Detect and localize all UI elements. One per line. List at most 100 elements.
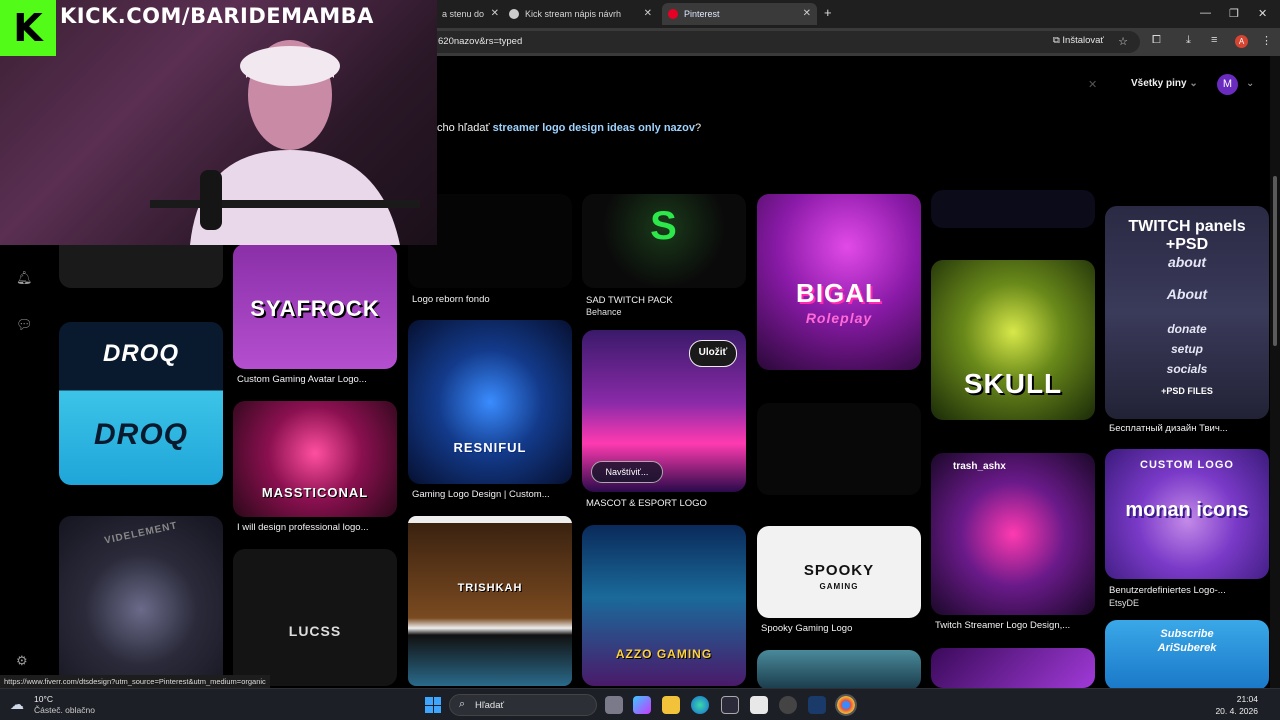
tab-kick-stream[interactable]: Kick stream nápis návrh ✕ <box>503 3 658 25</box>
close-tab-icon[interactable]: ✕ <box>491 3 499 25</box>
pin-caption[interactable]: SAD TWITCH PACK <box>586 295 673 306</box>
pin-card[interactable]: TRISHKAH <box>408 516 572 686</box>
pin-caption[interactable]: MASCOT & ESPORT LOGO <box>586 498 707 509</box>
tab-pinterest[interactable]: Pinterest ✕ <box>662 3 817 25</box>
pin-card[interactable]: AZZO GAMING <box>582 525 746 686</box>
pin-card[interactable] <box>757 650 921 688</box>
pin-art-text: donate <box>1167 322 1207 336</box>
download-icon[interactable]: ⤓ <box>1186 34 1191 47</box>
menu-icon[interactable]: ⋮ <box>1261 34 1272 47</box>
suggest-suffix: ? <box>695 122 702 134</box>
pin-card[interactable]: DROQ DROQ <box>59 322 223 485</box>
minimize-icon[interactable]: — <box>1200 7 1211 19</box>
pin-card[interactable] <box>931 190 1095 228</box>
windows-start-icon[interactable] <box>425 697 441 713</box>
clock-time[interactable]: 21:04 <box>1237 694 1258 704</box>
url-text[interactable]: 620nazov&rs=typed <box>438 36 522 47</box>
pin-art-text: about <box>1167 254 1207 270</box>
suggest-prefix: cho hľadať <box>437 122 490 134</box>
pin-source[interactable]: EtsyDE <box>1109 598 1139 608</box>
search-icon: ⌕ <box>459 698 466 710</box>
bell-icon[interactable]: 🔔︎ <box>16 270 33 286</box>
page-scrollbar[interactable] <box>1270 56 1280 688</box>
pin-card[interactable]: RESNIFUL <box>408 320 572 484</box>
tab-label: Kick stream nápis návrh <box>525 9 622 19</box>
star-icon[interactable]: ☆ <box>1118 35 1128 48</box>
task-view-icon[interactable] <box>605 696 623 714</box>
pin-card[interactable]: Subscribe AriSuberek <box>1105 620 1269 688</box>
kick-logo: K <box>0 0 56 56</box>
pin-caption[interactable]: Custom Gaming Avatar Logo... <box>237 374 367 385</box>
close-tab-icon[interactable]: ✕ <box>644 3 652 25</box>
steam-icon[interactable] <box>808 696 826 714</box>
pin-caption[interactable]: Benutzerdefiniertes Logo-... <box>1109 585 1226 596</box>
extensions-icon[interactable]: ⧠ <box>1152 34 1161 47</box>
pin-art-text: AZZO GAMING <box>615 647 713 661</box>
pin-art-text: MASSTICONAL <box>261 485 369 500</box>
pin-art-text: VIDELEMENT <box>103 520 179 547</box>
install-button[interactable]: ⧉ Inštalovať <box>1053 35 1104 46</box>
all-pins-filter[interactable]: Všetky piny ⌄ <box>1131 78 1198 89</box>
app-icon[interactable] <box>779 696 797 714</box>
profile-avatar[interactable]: A <box>1235 35 1248 48</box>
pin-caption[interactable]: Spooky Gaming Logo <box>761 623 852 634</box>
pin-card[interactable]: S <box>582 194 746 288</box>
weather-icon[interactable]: ☁ <box>10 696 24 713</box>
pin-card[interactable]: LUCSS <box>233 549 397 686</box>
visit-button[interactable]: Navštíviť... <box>591 461 663 483</box>
chevron-down-icon[interactable]: ⌄ <box>1246 78 1254 89</box>
save-pin-button[interactable]: Uložiť <box>689 340 737 367</box>
pin-card[interactable]: CUSTOM LOGO monan icons <box>1105 449 1269 579</box>
pin-card[interactable]: SYAFROCK <box>233 244 397 369</box>
pin-caption[interactable]: Logo reborn fondo <box>412 294 490 305</box>
gear-icon[interactable]: ⚙ <box>16 653 32 669</box>
clock-date[interactable]: 20. 4. 2026 <box>1215 706 1258 716</box>
pin-caption[interactable]: Gaming Logo Design | Custom... <box>412 489 550 500</box>
pin-source[interactable]: Behance <box>586 307 622 317</box>
maximize-icon[interactable]: ❐ <box>1229 7 1239 20</box>
close-icon[interactable]: ✕ <box>1088 78 1097 91</box>
copilot-icon[interactable] <box>633 696 651 714</box>
edge-icon[interactable] <box>691 696 709 714</box>
chrome-icon[interactable] <box>835 694 857 716</box>
pin-art-text: TRISHKAH <box>457 582 523 594</box>
pin-card[interactable]: MASSTICONAL <box>233 401 397 517</box>
pin-card[interactable] <box>931 648 1095 688</box>
status-url: https://www.fiverr.com/dtsdesign?utm_sou… <box>0 675 270 688</box>
pin-caption[interactable]: I will design professional logo... <box>237 522 369 533</box>
pin-card[interactable]: BIGAL Roleplay <box>757 194 921 370</box>
globe-icon <box>509 9 519 19</box>
user-avatar[interactable]: M <box>1217 74 1238 95</box>
weather-desc[interactable]: Částeč. oblačno <box>34 705 95 715</box>
pin-card[interactable]: TWITCH panels +PSD about About donate se… <box>1105 206 1269 419</box>
pin-card[interactable]: VIDELEMENT <box>59 516 223 686</box>
pin-card[interactable]: SPOOKY GAMING <box>757 526 921 618</box>
pin-art-text: About <box>1166 286 1208 302</box>
close-tab-icon[interactable]: ✕ <box>803 3 811 25</box>
pin-card[interactable]: trash_ashx <box>931 453 1095 615</box>
file-explorer-icon[interactable] <box>662 696 680 714</box>
pin-art-text: DROQ <box>103 340 179 367</box>
all-pins-label: Všetky piny <box>1131 78 1187 89</box>
pin-caption[interactable]: Бесплатный дизайн Твич... <box>1109 423 1228 434</box>
pin-card[interactable]: SKULL <box>931 260 1095 420</box>
app-icon[interactable] <box>750 696 768 714</box>
reading-list-icon[interactable]: ≡ <box>1211 34 1217 46</box>
close-window-icon[interactable]: ✕ <box>1258 7 1267 20</box>
taskbar-search[interactable]: ⌕ Hľadať <box>449 694 597 716</box>
suggest-query[interactable]: streamer logo design ideas only nazov <box>493 122 695 134</box>
bolt-icon: S <box>650 204 678 248</box>
pin-card[interactable] <box>757 403 921 495</box>
pin-art-text: SPOOKY <box>803 562 875 579</box>
pinterest-icon <box>668 9 678 19</box>
weather-temp[interactable]: 10°C <box>34 694 53 704</box>
messages-icon[interactable]: 💬︎ <box>16 317 33 333</box>
address-bar[interactable]: 620nazov&rs=typed ⧉ Inštalovať ☆ <box>360 31 1140 53</box>
install-icon: ⧉ <box>1052 35 1063 46</box>
tab-label: Pinterest <box>684 9 720 19</box>
new-tab-button[interactable]: + <box>824 5 832 20</box>
search-suggestion[interactable]: cho hľadať streamer logo design ideas on… <box>437 122 701 134</box>
pin-caption[interactable]: Twitch Streamer Logo Design,... <box>935 620 1070 631</box>
store-icon[interactable] <box>721 696 739 714</box>
scroll-thumb[interactable] <box>1273 176 1277 346</box>
